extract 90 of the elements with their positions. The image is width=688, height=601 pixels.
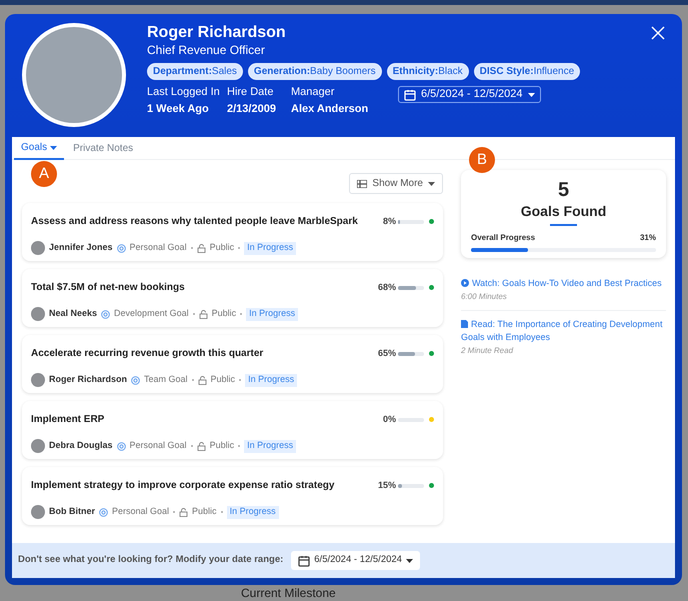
caret-icon [428, 182, 435, 186]
document-icon [461, 320, 468, 328]
resource-meta: 6:00 Minutes [461, 291, 508, 303]
lock-icon [198, 310, 208, 318]
annotation-marker: B [469, 147, 495, 173]
profile-tag: Generation:Baby Boomers [248, 63, 382, 80]
goals-found-label: Goals Found [520, 202, 606, 220]
owner-name: Neal Neeks [49, 307, 98, 320]
goal-type: Personal Goal [112, 505, 170, 518]
progress-percent: 65% [378, 346, 396, 360]
milestone-label: Current Milestone [241, 587, 336, 600]
goal-card[interactable]: Total $7.5M of net-new bookings 68% Neal Neeks Development Goal Public In Progress [22, 269, 443, 327]
progress-percent: 0% [382, 412, 396, 426]
owner-avatar [31, 373, 45, 387]
goal-title: Implement ERP [31, 413, 106, 427]
goals-count: 5 [558, 179, 570, 201]
progress-percent: 15% [378, 478, 396, 492]
caret-icon [406, 558, 413, 562]
target-icon [116, 442, 126, 450]
goal-title: Assess and address reasons why talented people leave MarbleSpark [31, 215, 359, 229]
play-icon [461, 279, 469, 287]
owner-avatar [31, 307, 45, 321]
status-badge: In Progress [246, 308, 298, 320]
profile-tag: DISC Style:Influence [474, 63, 580, 80]
owner-name: Debra Douglas [49, 439, 113, 452]
underline-accent [550, 224, 577, 226]
owner-avatar [31, 505, 45, 519]
goal-title: Implement strategy to improve corporate expense ratio strategy [31, 479, 336, 493]
tab[interactable]: Goals [14, 137, 64, 160]
list-icon [357, 180, 368, 188]
owner-avatar [31, 241, 45, 255]
progress-percent: 8% [382, 214, 396, 228]
goal-title: Accelerate recurring revenue growth this quarter [31, 347, 264, 361]
target-icon [99, 508, 108, 516]
owner-name: Roger Richardson [49, 373, 128, 386]
goal-title: Total $7.5M of net-new bookings [31, 281, 186, 295]
show-more-button[interactable]: Show More [349, 173, 443, 194]
visibility-label: Public [210, 439, 234, 452]
fact-value: 1 Week Ago [147, 102, 210, 117]
goal-type: Personal Goal [130, 241, 187, 254]
fact-value: 2/13/2009 [227, 102, 277, 117]
lock-icon [196, 442, 206, 450]
owner-avatar [31, 439, 45, 453]
visibility-label: Public [212, 307, 236, 320]
fact-label: Last Logged In [147, 85, 221, 100]
target-icon [116, 244, 126, 252]
tab[interactable]: Private Notes [66, 137, 140, 160]
resource-link[interactable]: Watch: Goals How-To Video and Best Practices [461, 277, 666, 290]
target-icon [101, 310, 110, 318]
close-icon[interactable] [651, 26, 665, 40]
calendar-icon [404, 88, 416, 100]
job-title: Chief Revenue Officer [147, 43, 266, 58]
fact-label: Hire Date [227, 85, 274, 100]
caret-icon [528, 92, 535, 96]
owner-name: Bob Bitner [49, 505, 95, 518]
progress-percent: 68% [378, 280, 396, 294]
status-badge: In Progress [226, 506, 279, 518]
overall-progress-label: Overall Progress [471, 232, 536, 244]
goal-type: Team Goal [144, 373, 188, 386]
visibility-label: Public [192, 505, 217, 518]
lock-icon [196, 244, 206, 252]
goal-type: Personal Goal [130, 439, 187, 452]
person-name: Roger Richardson [147, 23, 287, 42]
status-badge: In Progress [245, 374, 298, 386]
goal-card[interactable]: Assess and address reasons why talented people leave MarbleSpark 8% Jennifer Jones Personal Goal Public In Progress [22, 203, 443, 261]
status-badge: In Progress [244, 440, 296, 452]
owner-name: Jennifer Jones [49, 241, 113, 254]
date-range-button[interactable]: 6/5/2024 - 12/5/2024 [291, 551, 420, 570]
target-icon [131, 376, 140, 384]
resource-meta: 2 Minute Read [461, 345, 514, 357]
date-range-button[interactable]: 6/5/2024 - 12/5/2024 [398, 86, 541, 103]
goal-card[interactable]: Accelerate recurring revenue growth this quarter 65% Roger Richardson Team Goal Public In Progress [22, 335, 443, 393]
profile-tag: Department:Sales [147, 63, 243, 80]
fact-label: Manager [291, 85, 336, 100]
status-badge: In Progress [244, 242, 296, 254]
calendar-icon [298, 554, 310, 566]
goal-type: Development Goal [114, 307, 189, 320]
goal-card[interactable]: Implement ERP 0% Debra Douglas Personal Goal Public In Progress [22, 401, 443, 459]
profile-tag: Ethnicity:Black [386, 63, 469, 80]
lock-icon [198, 376, 207, 384]
annotation-marker: A [31, 161, 57, 187]
fact-value: Alex Anderson [291, 102, 370, 117]
footer-prompt: Don't see what you're looking for? Modify your date range: [18, 553, 284, 568]
lock-icon [179, 508, 188, 516]
caret-icon [50, 146, 58, 150]
overall-progress-percent: 31% [640, 232, 656, 244]
visibility-label: Public [210, 373, 236, 386]
visibility-label: Public [210, 241, 234, 254]
resource-link[interactable]: Read: The Importance of Creating Development Goals with Employees [461, 318, 666, 344]
goal-card[interactable]: Implement strategy to improve corporate expense ratio strategy 15% Bob Bitner Personal Goal Public In Progress [22, 467, 443, 525]
